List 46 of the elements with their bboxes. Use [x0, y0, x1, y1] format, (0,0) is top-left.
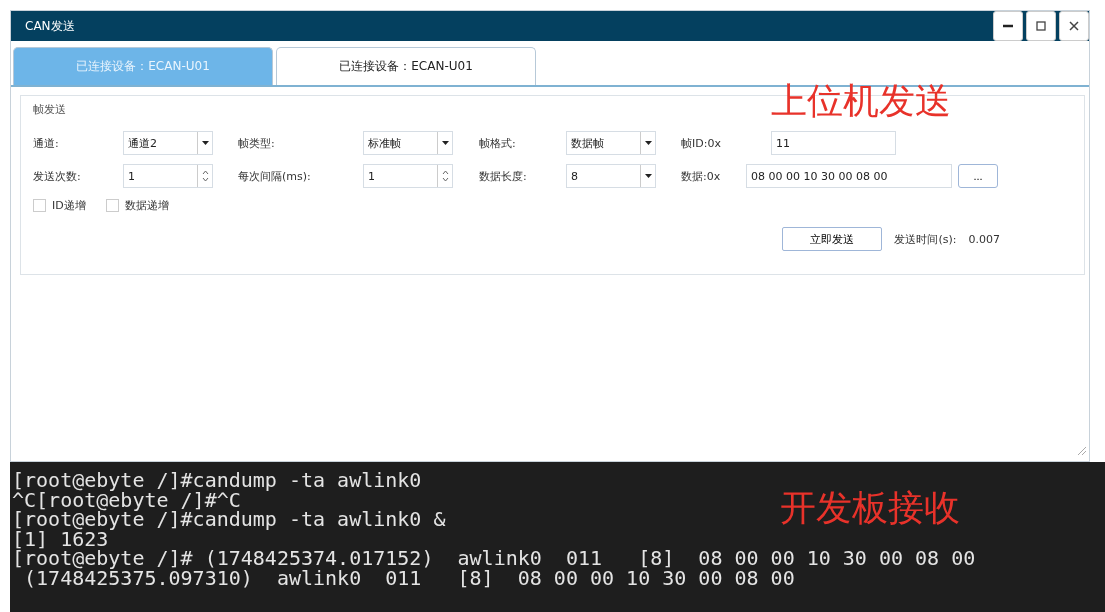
field-label: 帧类型: — [238, 135, 276, 151]
dropdown-arrow-icon — [201, 141, 209, 145]
terminal-line: [root@ebyte /]#candump -ta awlink0 — [12, 471, 422, 491]
maximize-icon — [1033, 18, 1049, 34]
field-label: 通道: — [33, 135, 60, 151]
annotation-text: 开发板接收 — [780, 486, 960, 530]
field-label: 数据:0x — [681, 168, 722, 184]
minimize-button[interactable] — [993, 11, 1023, 41]
checkbox[interactable] — [33, 199, 46, 212]
terminal-line: [root@ebyte /]#candump -ta awlink0 & — [12, 510, 446, 530]
dropdown[interactable]: 数据帧 — [566, 131, 656, 155]
dropdown[interactable]: 8 — [566, 164, 656, 188]
send-time-label: 发送时间(s): — [894, 231, 957, 247]
dropdown[interactable]: 通道2 — [123, 131, 213, 155]
send-time-value: 0.007 — [968, 232, 1000, 246]
checkbox[interactable] — [105, 199, 119, 212]
maximize-button[interactable] — [1026, 11, 1056, 41]
browse-button[interactable]: ... — [958, 164, 998, 188]
field-label: 发送次数: — [33, 168, 82, 184]
spin-arrows-icon — [201, 168, 209, 184]
window-title: CAN发送 — [25, 17, 75, 35]
terminal-line: (1748425375.097310) awlink0 011 [8] 08 00 00 10 30 00 08 00 — [24, 568, 795, 589]
dropdown-arrow-icon — [644, 174, 652, 178]
checkbox-label: ID递增 — [52, 198, 86, 213]
dropdown[interactable]: 标准帧 — [363, 131, 453, 155]
dropdown-arrow-icon — [644, 141, 652, 145]
terminal-line: ^C[root@ebyte /]#^C — [12, 490, 241, 511]
resize-grip-icon[interactable] — [1077, 446, 1087, 456]
spin-arrows-icon — [441, 168, 449, 184]
terminal-line: [root@ebyte /]# (1748425374.017152) awlink0 011 [8] 08 00 00 10 30 00 08 00 — [12, 549, 976, 569]
close-button[interactable] — [1059, 11, 1089, 41]
spin-box[interactable]: 1 — [123, 164, 213, 188]
send-now-button[interactable]: 立即发送 — [782, 227, 883, 251]
text-field[interactable]: 11 — [771, 131, 896, 155]
checkbox-label: 数据递增 — [124, 198, 169, 213]
text-field[interactable]: 08 00 00 10 30 00 08 00 — [746, 164, 952, 188]
field-label: 帧格式: — [479, 135, 517, 151]
field-label: 帧ID:0x — [681, 135, 722, 151]
annotation-text: 上位机发送 — [771, 79, 951, 123]
device-tab[interactable]: 已连接设备：ECAN-U01 — [276, 47, 536, 85]
field-label: 数据长度: — [479, 168, 528, 184]
group-title: 帧发送 — [33, 102, 66, 117]
spin-box[interactable]: 1 — [363, 164, 453, 188]
field-label: 每次间隔(ms): — [238, 168, 312, 184]
dropdown-arrow-icon — [441, 141, 449, 145]
terminal-line: [1] 1623 — [12, 529, 109, 550]
